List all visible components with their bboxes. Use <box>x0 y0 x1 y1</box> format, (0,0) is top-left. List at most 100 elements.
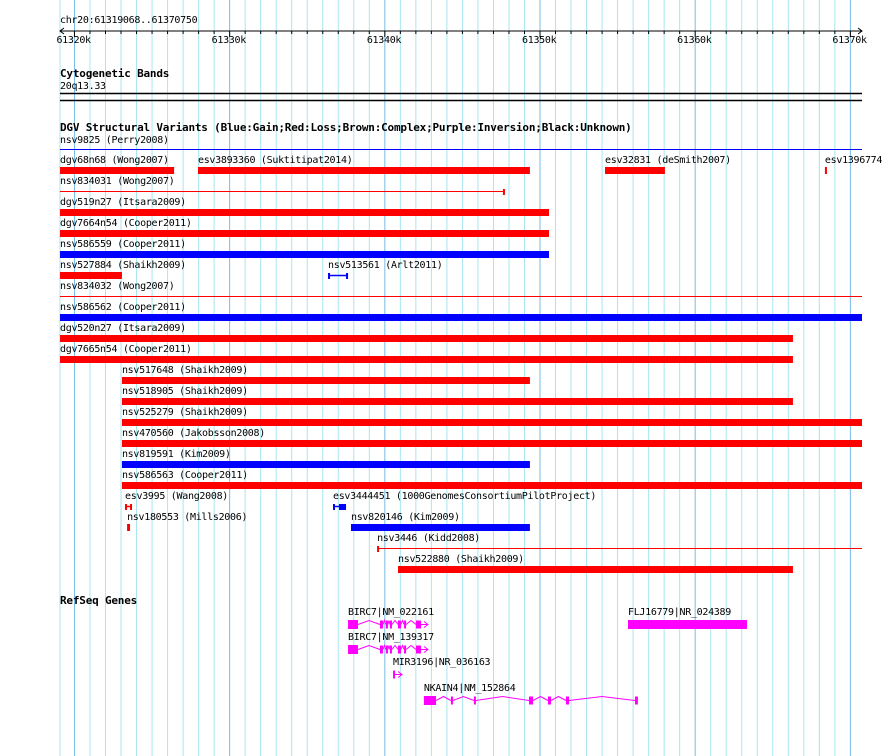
variant-label: dgv7664n54 (Cooper2011) <box>60 218 192 229</box>
region-label: chr20:61319068..61370750 <box>60 15 198 26</box>
variant-feature[interactable] <box>605 167 665 174</box>
variant-feature[interactable] <box>60 272 122 279</box>
variant-feature[interactable] <box>60 230 550 237</box>
gene-exon <box>389 620 392 629</box>
variant-feature[interactable] <box>121 398 793 405</box>
variant-bar <box>121 482 862 489</box>
variant-feature[interactable] <box>121 440 862 447</box>
gene-exon <box>473 696 476 705</box>
variant-feature[interactable] <box>60 167 175 174</box>
variant-bar <box>60 230 550 237</box>
variant-feature[interactable] <box>350 524 530 531</box>
variant-label: esv3444451 (1000GenomesConsortiumPilotPr… <box>332 491 597 502</box>
variant-feature[interactable] <box>60 356 793 363</box>
variant-feature[interactable] <box>121 419 862 426</box>
ruler-tick-label: 61370k <box>832 35 867 46</box>
ruler-tick-label: 61340k <box>366 35 402 46</box>
ruler-tick-label: 61350k <box>522 35 557 46</box>
gene-exon <box>423 696 437 705</box>
variant-feature[interactable] <box>121 377 530 384</box>
variant-label: esv1396774 <box>824 155 883 166</box>
track-canvas <box>59 0 863 756</box>
gene-intron <box>452 695 475 701</box>
variant-bar <box>60 209 550 216</box>
gene-exon <box>348 620 358 629</box>
gene-feature[interactable] <box>627 620 748 629</box>
variant-end-tick <box>346 273 349 279</box>
gene-exon <box>348 645 358 654</box>
variant-feature[interactable] <box>60 189 505 195</box>
variant-bar <box>121 377 530 384</box>
gene-exon <box>404 620 407 629</box>
variant-bar <box>350 524 530 531</box>
variant-feature[interactable] <box>60 251 550 258</box>
variant-bar <box>121 440 862 447</box>
gene-label: MIR3196|NR_036163 <box>393 657 491 668</box>
variant-feature[interactable] <box>60 314 863 321</box>
variant-feature[interactable] <box>398 566 793 573</box>
variant-feature[interactable] <box>125 504 133 510</box>
variant-label: nsv834031 (Wong2007) <box>60 176 175 187</box>
variant-bar <box>121 461 530 468</box>
variant-end-tick <box>502 189 505 195</box>
cytoband-track-title[interactable]: Cytogenetic Bands <box>60 68 169 80</box>
variant-feature[interactable] <box>197 167 530 174</box>
gene-intron <box>391 619 399 625</box>
variant-label: dgv7665n54 (Cooper2011) <box>60 344 192 355</box>
gene-intron <box>387 620 391 625</box>
variant-label: nsv513561 (Arlt2011) <box>328 260 443 271</box>
gene-exon <box>389 645 392 654</box>
gene-intron <box>405 619 417 625</box>
ruler-tick-label: 61360k <box>677 35 712 46</box>
variant-feature[interactable] <box>121 482 862 489</box>
variant-label: nsv586559 (Cooper2011) <box>60 239 186 250</box>
gene-exon <box>398 620 401 629</box>
variant-feature[interactable] <box>60 335 793 342</box>
gene-exon <box>380 645 383 654</box>
variant-feature[interactable] <box>121 461 530 468</box>
variant-label: nsv820146 (Kim2009) <box>350 512 460 523</box>
variant-feature[interactable] <box>824 167 827 174</box>
gene-exon <box>416 645 421 654</box>
variant-bar <box>605 167 665 174</box>
gene-exon <box>416 620 421 629</box>
variant-feature[interactable] <box>127 524 131 531</box>
gene-intron <box>475 695 530 701</box>
variant-bar <box>121 398 793 405</box>
variant-label: dgv519n27 (Itsara2009) <box>60 197 186 208</box>
gene-label: BIRC7|NM_139317 <box>348 632 434 643</box>
gene-feature[interactable] <box>423 695 638 705</box>
variant-feature[interactable] <box>60 209 550 216</box>
dgv-track-title[interactable]: DGV Structural Variants (Blue:Gain;Red:L… <box>60 122 632 134</box>
variant-label: nsv834032 (Wong2007) <box>60 281 175 292</box>
ruler-tick-label: 61330k <box>211 35 247 46</box>
gene-exon <box>404 645 407 654</box>
variant-feature[interactable] <box>377 546 862 552</box>
variant-label: nsv517648 (Shaikh2009) <box>121 365 248 376</box>
variant-label: nsv525279 (Shaikh2009) <box>121 407 248 418</box>
variant-label: nsv9825 (Perry2008) <box>60 135 169 146</box>
gene-exon <box>385 645 388 654</box>
refseq-track-title[interactable]: RefSeq Genes <box>60 595 137 607</box>
variant-feature[interactable] <box>332 504 347 510</box>
variant-end-tick <box>130 504 133 510</box>
gene-label: FLJ16779|NR_024389 <box>627 607 731 618</box>
ruler-tick-label: 61320k <box>56 35 91 46</box>
gene-intron <box>550 695 567 701</box>
gene-exon <box>450 696 453 705</box>
genome-browser-panel: chr20:61319068..61370750 Cytogenetic Ban… <box>0 0 890 756</box>
variant-label: nsv518905 (Shaikh2009) <box>121 386 248 397</box>
cytoband-label: 20q13.33 <box>60 81 106 92</box>
variant-label: nsv3446 (Kidd2008) <box>377 533 481 544</box>
variant-start-tick <box>377 546 380 552</box>
variant-bar <box>60 251 550 258</box>
variant-bar <box>824 167 827 174</box>
gene-exon <box>627 620 748 629</box>
variant-label: esv3893360 (Suktitipat2014) <box>197 155 353 166</box>
variant-label: nsv527884 (Shaikh2009) <box>60 260 186 271</box>
variant-label: nsv470560 (Jakobsson2008) <box>121 428 265 439</box>
variant-bar <box>60 314 863 321</box>
gene-label: NKAIN4|NM_152864 <box>423 683 516 694</box>
gene-exon <box>380 620 383 629</box>
variant-label: esv3995 (Wang2008) <box>125 491 229 502</box>
